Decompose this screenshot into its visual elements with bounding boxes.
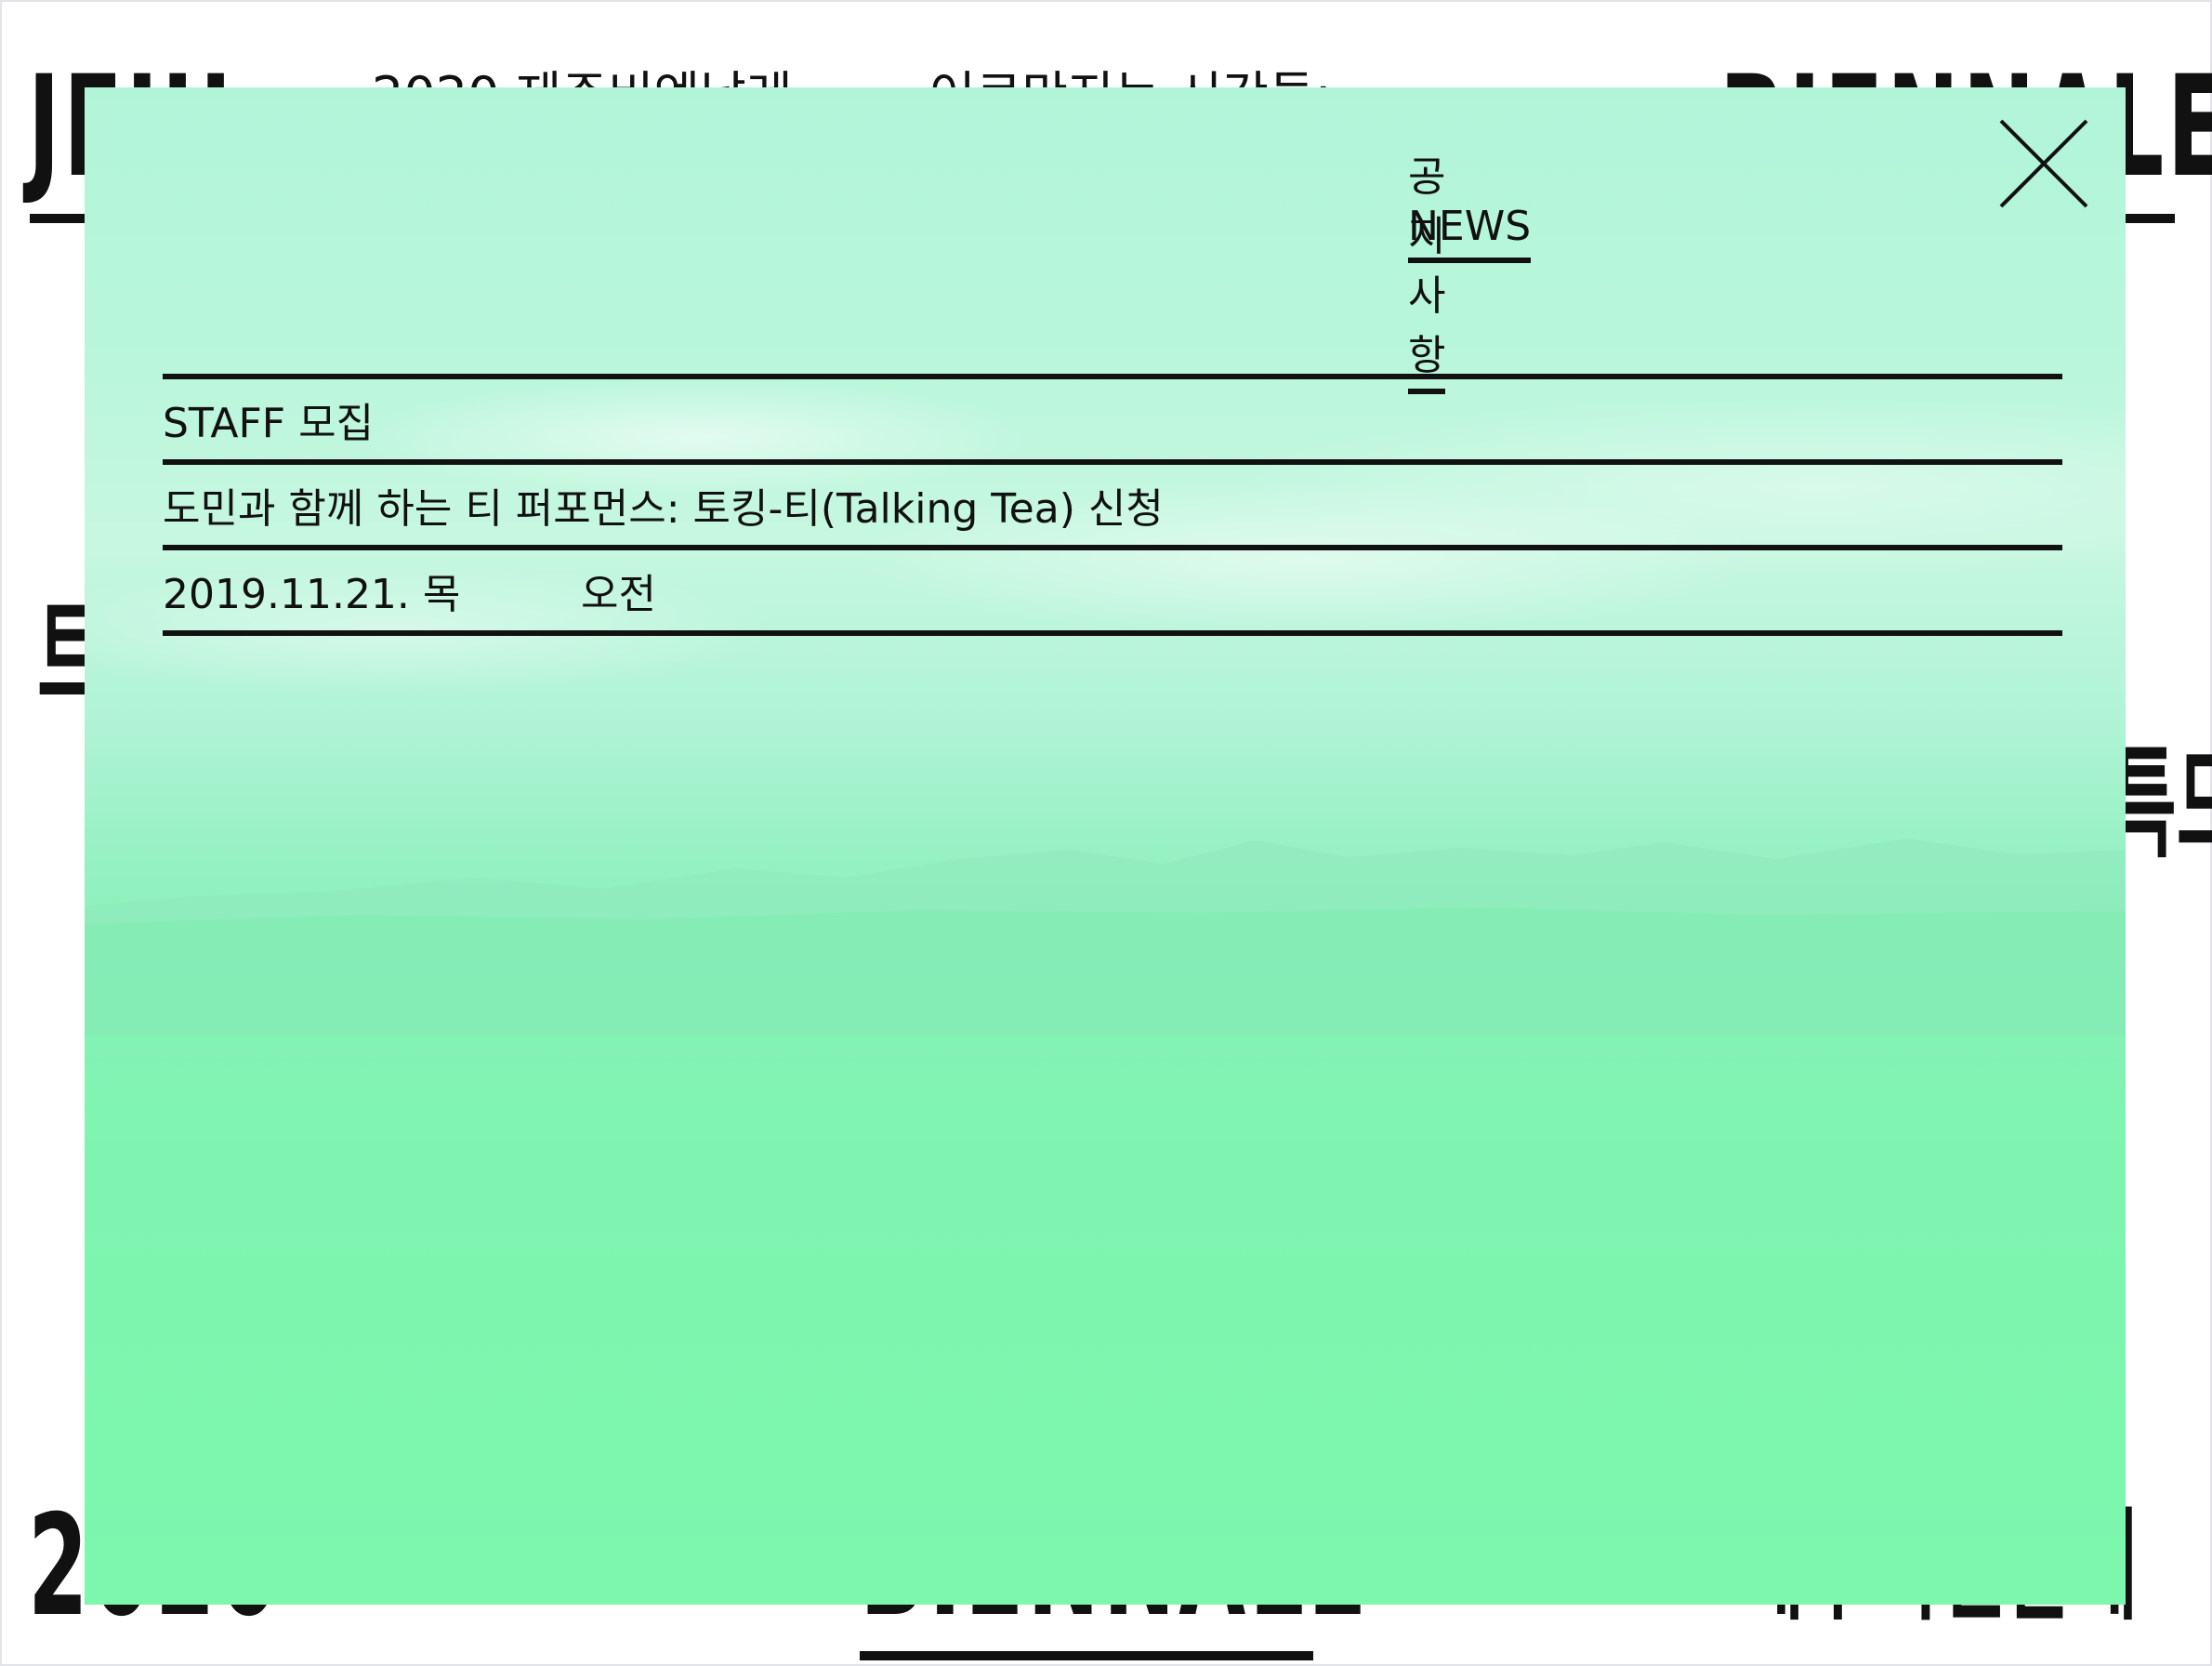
news-overlay: 공지사항 NEWS STAFF 모집 도민과 함께 하는 티 퍼포먼스: 토킹-… (85, 87, 2126, 1605)
news-item-title: 도민과 함께 하는 티 퍼포먼스: 토킹-티(Talking Tea) 신청 (163, 485, 1164, 533)
news-time: 오전 (581, 571, 656, 618)
news-date: 2019.11.21. 목 (163, 571, 461, 618)
tab-notice[interactable]: 공지사항 (1408, 143, 1446, 394)
news-item-staff[interactable]: STAFF 모집 (163, 374, 2062, 459)
bottom-biennale-underline (860, 1651, 1313, 1660)
news-item-date-row: 2019.11.21. 목 오전 (163, 545, 2062, 636)
news-item-title: STAFF 모집 (163, 400, 375, 447)
tab-news[interactable]: NEWS (1408, 203, 1532, 263)
news-item-talking-tea[interactable]: 도민과 함께 하는 티 퍼포먼스: 토킹-티(Talking Tea) 신청 (163, 459, 2062, 545)
close-icon[interactable] (1997, 117, 2090, 210)
news-list: STAFF 모집 도민과 함께 하는 티 퍼포먼스: 토킹-티(Talking … (163, 374, 2062, 636)
landscape-image (85, 839, 2126, 1036)
